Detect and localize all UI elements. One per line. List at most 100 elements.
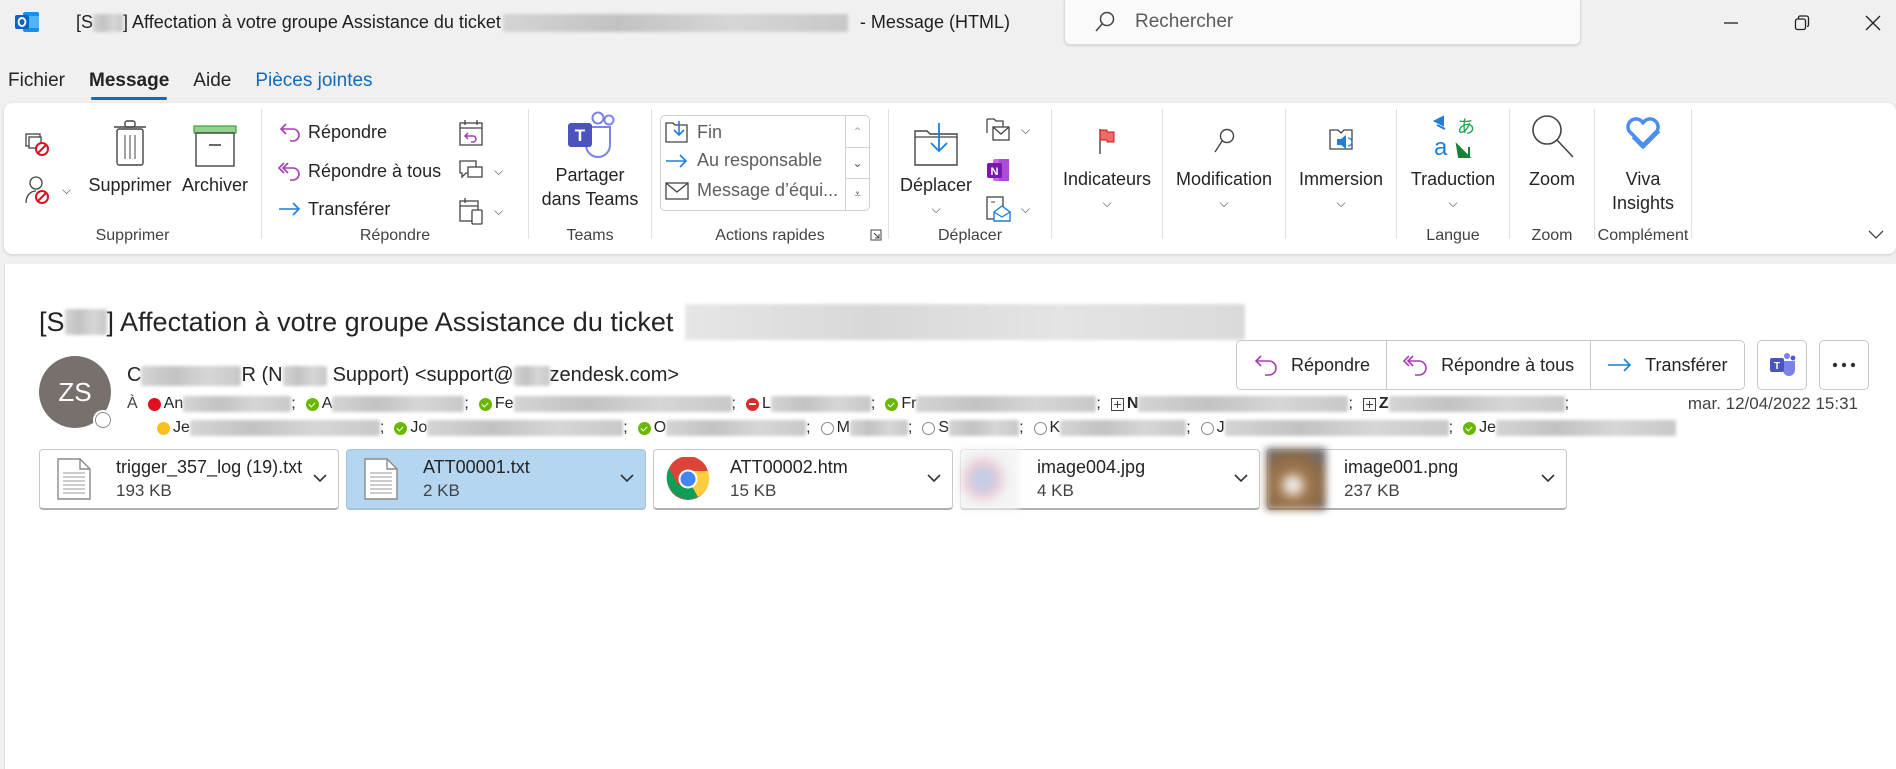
expand-group-icon[interactable] [1110, 397, 1124, 411]
chevron-down-icon[interactable] [1233, 468, 1249, 488]
chevron-down-icon: ⌵ [494, 163, 504, 178]
chevron-down-icon[interactable] [312, 468, 328, 488]
chevron-down-icon[interactable] [926, 468, 942, 488]
presence-busy-icon [147, 397, 161, 411]
reply-with-meeting-button[interactable] [458, 119, 490, 147]
group-modification: Modification ⌵ [1163, 109, 1285, 249]
restore-button[interactable] [1779, 6, 1825, 40]
recipient[interactable]: Fe; [478, 395, 742, 413]
reply-all-button[interactable]: Répondre à tous [278, 160, 441, 182]
image-thumbnail [959, 448, 1019, 510]
tags-button[interactable]: Indicateurs ⌵ [1052, 115, 1162, 215]
expand-group-icon[interactable] [1362, 397, 1376, 411]
onenote-button[interactable]: N [985, 157, 1017, 183]
minimize-button[interactable] [1708, 6, 1754, 40]
group-label: Teams [566, 227, 614, 244]
teams-chat-button[interactable]: T [1756, 340, 1807, 390]
reply-all-button[interactable]: Répondre à tous [1387, 341, 1592, 389]
reply-all-icon [278, 162, 300, 181]
attachment-item[interactable]: ATT00001.txt 2 KB [346, 449, 646, 510]
recipient[interactable]: S; [922, 419, 1029, 437]
reply-button[interactable]: Répondre [278, 121, 387, 143]
viva-insights-button[interactable]: Viva Insights [1595, 113, 1691, 215]
onenote-icon: N [987, 159, 1009, 181]
recipient[interactable]: Jo; [394, 419, 633, 437]
quick-step-message-equipe[interactable]: Message d’équi... [665, 180, 838, 201]
redacted-text [64, 309, 107, 335]
chevron-down-icon[interactable] [619, 468, 635, 488]
recipient-group[interactable]: N; [1110, 395, 1359, 413]
forward-button[interactable]: Transférer [1591, 341, 1743, 389]
editing-button[interactable]: Modification ⌵ [1163, 115, 1285, 215]
message-subject: [S ] Affectation à votre groupe Assistan… [39, 304, 1246, 340]
redacted-text [282, 365, 327, 386]
more-respond-button[interactable]: ⌵ [458, 197, 503, 225]
reply-button[interactable]: Répondre [1237, 341, 1388, 389]
recipient-group[interactable]: Z; [1362, 395, 1575, 413]
actions-button[interactable]: ⌵ [985, 195, 1030, 223]
attachment-item[interactable]: ATT00002.htm 15 KB [653, 449, 953, 510]
tab-fichier[interactable]: Fichier [0, 66, 73, 98]
svg-text:N: N [991, 166, 999, 178]
group-immersion: Immersion ⌵ [1286, 109, 1396, 249]
translate-button[interactable]: あa Traduction ⌵ [1397, 113, 1509, 215]
presence-available-icon [478, 397, 492, 411]
group-zoom: Zoom Zoom [1510, 109, 1594, 249]
dialog-launcher-icon[interactable] [870, 229, 882, 241]
search-box[interactable] [1064, 0, 1581, 45]
group-label: Actions rapides [715, 227, 825, 244]
rules-button[interactable]: ⌵ [985, 117, 1030, 143]
recipient[interactable]: L; [745, 395, 881, 413]
mail-icon [665, 181, 689, 200]
close-button[interactable] [1850, 6, 1896, 40]
gallery-expand[interactable]: ⩡ [845, 178, 869, 210]
presence-available-icon [885, 397, 899, 411]
chevron-down-icon: ⌵ [1219, 196, 1229, 210]
group-label: Répondre [359, 227, 431, 244]
attachment-item[interactable]: image004.jpg 4 KB [959, 448, 1260, 510]
recipient[interactable]: A; [305, 395, 475, 413]
image-thumbnail [1266, 448, 1326, 510]
redacted-text [513, 365, 550, 386]
ignore-button[interactable] [24, 131, 56, 157]
move-button[interactable]: Déplacer ⌵ [893, 115, 979, 221]
recipient[interactable]: J; [1200, 419, 1459, 437]
group-divider [1691, 109, 1692, 239]
chevron-down-icon[interactable] [1540, 468, 1556, 488]
recipient[interactable]: O; [637, 419, 817, 437]
gallery-scroll-up[interactable]: ⌃ [845, 116, 869, 147]
more-actions-button[interactable] [1818, 340, 1869, 390]
tab-message[interactable]: Message [81, 66, 177, 100]
presence-offline-icon [1033, 421, 1047, 435]
immersive-reader-button[interactable]: Immersion ⌵ [1286, 115, 1396, 215]
recipient[interactable]: An; [147, 395, 302, 413]
move-to-folder-icon [665, 121, 688, 143]
group-label: Complément [1597, 227, 1689, 244]
block-sender-button[interactable]: ⌵ [24, 175, 71, 205]
quick-step-fin[interactable]: Fin [665, 120, 722, 144]
attachment-item[interactable]: trigger_357_log (19).txt 193 KB [39, 449, 339, 510]
reply-im-button[interactable]: ⌵ [458, 159, 503, 183]
share-to-teams-button[interactable]: T Partager dans Teams [529, 111, 651, 211]
recipient[interactable]: Fr; [885, 395, 1107, 413]
recipient[interactable]: K; [1033, 419, 1197, 437]
collapse-ribbon-icon[interactable] [1868, 230, 1884, 240]
zoom-button[interactable]: Zoom [1510, 113, 1594, 191]
quick-step-au-responsable[interactable]: Au responsable [665, 150, 822, 171]
delete-button[interactable]: Supprimer [86, 115, 174, 197]
response-button-group: Répondre Répondre à tous Transférer [1236, 340, 1745, 390]
tab-aide[interactable]: Aide [185, 66, 239, 98]
attachment-item[interactable]: image001.png 237 KB [1266, 448, 1567, 510]
ribbon-tabs: Fichier Message Aide Pièces jointes [0, 66, 389, 100]
recipient[interactable]: Je; [157, 419, 390, 437]
search-input[interactable] [1135, 11, 1535, 33]
search-icon [1095, 11, 1115, 32]
tab-pieces-jointes[interactable]: Pièces jointes [247, 66, 380, 98]
gallery-scroll-down[interactable]: ⌄ [845, 147, 869, 178]
redacted-text [93, 13, 124, 32]
sender-line[interactable]: C R (N Support) <support@ zendesk.com> [127, 364, 679, 387]
archive-button[interactable]: Archiver [176, 115, 254, 197]
recipient[interactable]: Je [1463, 419, 1677, 437]
forward-button[interactable]: Transférer [278, 198, 390, 220]
recipient[interactable]: M; [820, 419, 919, 437]
